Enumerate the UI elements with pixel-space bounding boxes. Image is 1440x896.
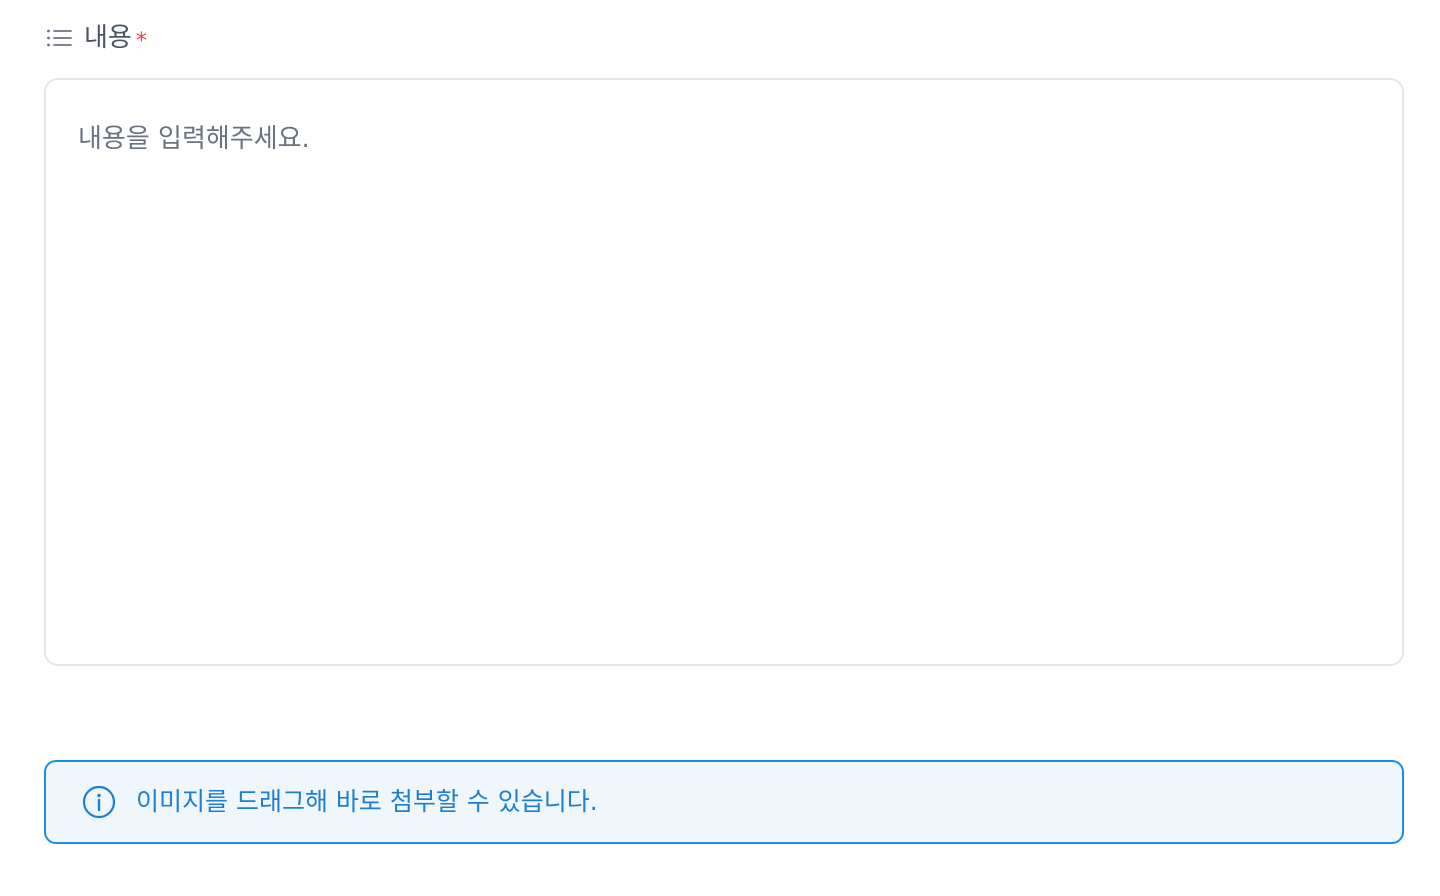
- info-icon: [82, 785, 116, 819]
- required-mark: *: [135, 29, 147, 54]
- info-notice-text: 이미지를 드래그해 바로 첨부할 수 있습니다.: [136, 787, 598, 816]
- content-field-label: 내용 *: [46, 20, 147, 56]
- info-notice: 이미지를 드래그해 바로 첨부할 수 있습니다.: [44, 760, 1404, 844]
- list-icon: [46, 26, 72, 50]
- content-editor: [44, 78, 1404, 666]
- content-textarea[interactable]: [46, 80, 1402, 664]
- page: 내용 * 이미지를 드래그해 바로 첨부할 수 있습니다.: [0, 0, 1440, 896]
- content-label-text: 내용: [84, 23, 132, 53]
